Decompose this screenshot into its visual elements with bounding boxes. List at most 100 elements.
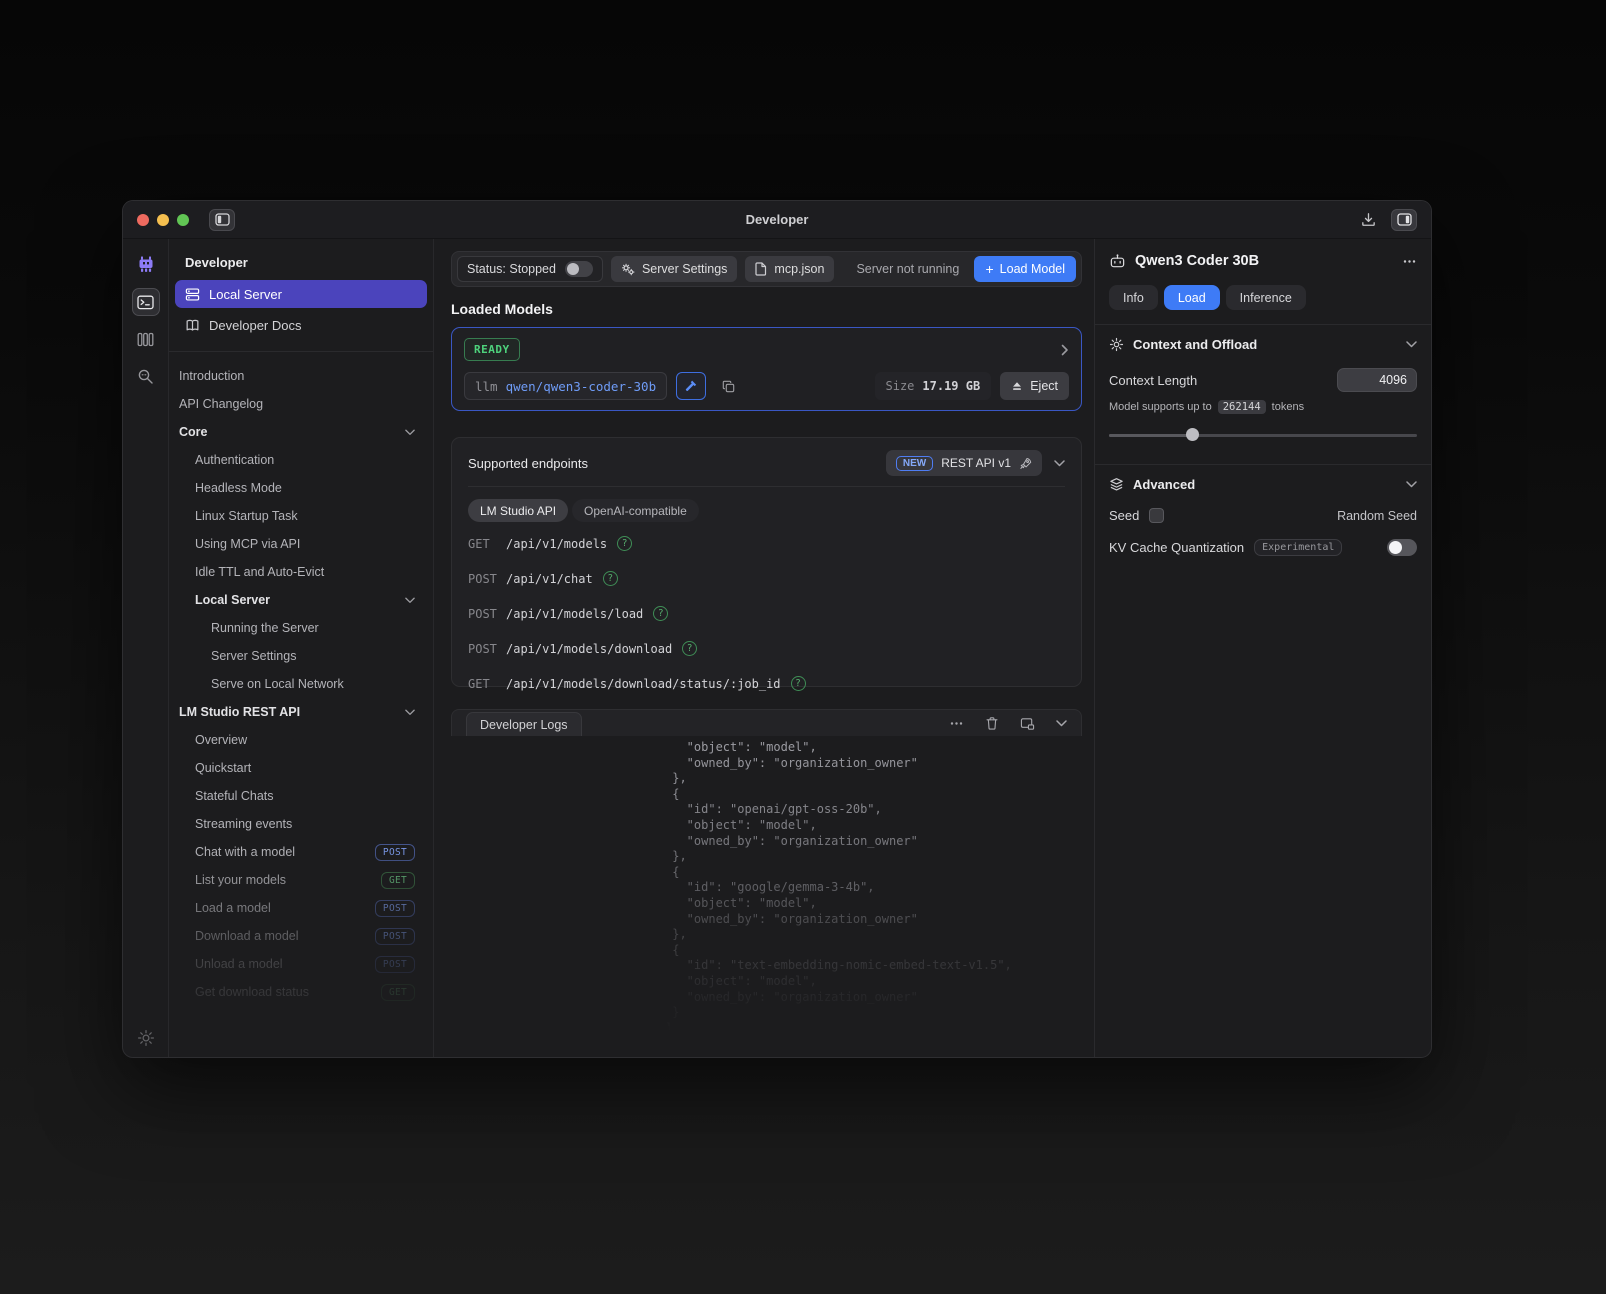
sidebar-item-chat-with-a-model[interactable]: Chat with a modelPOST: [175, 838, 427, 866]
eject-icon: [1011, 380, 1023, 392]
sidebar-item-headless-mode[interactable]: Headless Mode: [175, 474, 427, 502]
sidebar-item-using-mcp-via-api[interactable]: Using MCP via API: [175, 530, 427, 558]
sidebar-item-authentication[interactable]: Authentication: [175, 446, 427, 474]
endpoint-method: POST: [468, 607, 506, 621]
http-method-badge: GET: [381, 872, 415, 889]
load-model-button[interactable]: + Load Model: [974, 256, 1076, 282]
chevron-down-icon[interactable]: [405, 709, 415, 716]
endpoint-row: GET/api/v1/models/download/status/:job_i…: [468, 666, 1065, 701]
rail-settings-button[interactable]: [123, 1029, 168, 1047]
server-status-bar: Status: Stopped Server Settings mcp.j: [451, 251, 1082, 287]
collapse-logs-button[interactable]: [1056, 720, 1067, 727]
sidebar-item-label: Chat with a model: [195, 845, 295, 859]
sidebar-item-linux-startup-task[interactable]: Linux Startup Task: [175, 502, 427, 530]
eject-button[interactable]: Eject: [1000, 372, 1069, 400]
endpoint-row: POST/api/v1/models/download?: [468, 631, 1065, 666]
help-icon[interactable]: ?: [603, 571, 618, 586]
sidebar-item-stateful-chats[interactable]: Stateful Chats: [175, 782, 427, 810]
toggle-right-sidebar-button[interactable]: [1391, 209, 1417, 231]
chevron-down-icon[interactable]: [405, 429, 415, 436]
sidebar-item-introduction[interactable]: Introduction: [175, 362, 427, 390]
kv-cache-toggle[interactable]: [1387, 539, 1417, 556]
server-settings-button[interactable]: Server Settings: [611, 256, 737, 282]
server-toggle[interactable]: [565, 261, 593, 277]
sidebar-item-label: Idle TTL and Auto-Evict: [195, 565, 324, 579]
help-icon[interactable]: ?: [682, 641, 697, 656]
chevron-right-icon[interactable]: [1061, 344, 1069, 356]
help-icon[interactable]: ?: [791, 676, 806, 691]
sidebar-item-local-server[interactable]: Local Server: [175, 586, 427, 614]
max-tokens-chip[interactable]: 262144: [1218, 400, 1266, 414]
server-message: Server not running: [856, 262, 959, 276]
clear-logs-button[interactable]: [985, 716, 999, 731]
seed-label: Seed: [1109, 508, 1139, 523]
tools-button[interactable]: [676, 372, 706, 400]
context-collapse-button[interactable]: [1406, 341, 1417, 348]
advanced-section: Advanced Seed Random Seed KV Cache Quant…: [1095, 464, 1431, 556]
sidebar-item-label: Authentication: [195, 453, 274, 467]
sidebar-item-label: Running the Server: [211, 621, 319, 635]
sidebar-item-local-server[interactable]: Local Server: [175, 280, 427, 308]
developer-logs-tab[interactable]: Developer Logs: [466, 712, 582, 736]
rail-discover-button[interactable]: [132, 362, 160, 390]
sidebar-item-lm-studio-rest-api[interactable]: LM Studio REST API: [175, 698, 427, 726]
model-search-icon: [137, 368, 154, 385]
eject-label: Eject: [1030, 379, 1058, 393]
copy-button[interactable]: [715, 373, 741, 399]
mcp-json-button[interactable]: mcp.json: [745, 256, 834, 282]
sidebar-item-idle-ttl-and-auto-evict[interactable]: Idle TTL and Auto-Evict: [175, 558, 427, 586]
developer-logs-body[interactable]: "object": "model", "owned_by": "organiza…: [451, 736, 1082, 1057]
sidebar-item-label: List your models: [195, 873, 286, 887]
supports-prefix: Model supports up to: [1109, 401, 1212, 413]
sidebar-item-developer-docs[interactable]: Developer Docs: [175, 311, 427, 339]
sidebar-item-get-download-status[interactable]: Get download statusGET: [175, 978, 427, 1006]
app-icon-rail: [123, 239, 169, 1057]
seed-checkbox[interactable]: [1149, 508, 1164, 523]
sidebar-item-label: Stateful Chats: [195, 789, 274, 803]
slider-thumb[interactable]: [1186, 428, 1199, 441]
context-length-slider[interactable]: [1109, 428, 1417, 442]
model-identifier-pill[interactable]: llm qwen/qwen3-coder-30b: [464, 372, 667, 400]
tab-load[interactable]: Load: [1164, 285, 1220, 310]
model-menu-button[interactable]: [1402, 254, 1417, 269]
sidebar-item-download-a-model[interactable]: Download a modelPOST: [175, 922, 427, 950]
open-logs-window-button[interactable]: [1020, 717, 1035, 731]
experimental-badge: Experimental: [1254, 539, 1342, 556]
sidebar-item-list-your-models[interactable]: List your models GET: [175, 866, 427, 894]
sidebar-item-load-a-model[interactable]: Load a modelPOST: [175, 894, 427, 922]
tab-lm-studio-api[interactable]: LM Studio API: [468, 499, 568, 522]
rail-chat-button[interactable]: [132, 251, 160, 279]
sidebar-item-label: Developer Docs: [209, 318, 302, 333]
sidebar-item-overview[interactable]: Overview: [175, 726, 427, 754]
plus-icon: +: [985, 262, 993, 276]
sidebar-item-streaming-events[interactable]: Streaming events: [175, 810, 427, 838]
help-icon[interactable]: ?: [617, 536, 632, 551]
chevron-down-icon[interactable]: [405, 597, 415, 604]
context-length-input[interactable]: 4096: [1337, 368, 1417, 392]
rest-api-version-pill[interactable]: NEW REST API v1: [886, 450, 1042, 476]
rail-my-models-button[interactable]: [132, 325, 160, 353]
help-icon[interactable]: ?: [653, 606, 668, 621]
tab-openai-compatible[interactable]: OpenAI-compatible: [572, 499, 699, 522]
rail-developer-button[interactable]: [132, 288, 160, 316]
endpoints-list: GET/api/v1/models?POST/api/v1/chat?POST/…: [468, 526, 1065, 701]
sidebar-item-api-changelog[interactable]: API Changelog: [175, 390, 427, 418]
sidebar-item-core[interactable]: Core: [175, 418, 427, 446]
log-options-button[interactable]: [949, 716, 964, 731]
tab-info[interactable]: Info: [1109, 285, 1158, 310]
sidebar-item-unload-a-model[interactable]: Unload a modelPOST: [175, 950, 427, 978]
sidebar-item-serve-on-local-network[interactable]: Serve on Local Network: [175, 670, 427, 698]
sidebar-item-server-settings[interactable]: Server Settings: [175, 642, 427, 670]
advanced-collapse-button[interactable]: [1406, 481, 1417, 488]
sidebar-docs-nav: IntroductionAPI ChangelogCore Authenticat…: [169, 360, 433, 1008]
endpoints-collapse-button[interactable]: [1054, 460, 1065, 467]
sidebar-item-running-the-server[interactable]: Running the Server: [175, 614, 427, 642]
kv-cache-label: KV Cache Quantization: [1109, 540, 1244, 555]
sidebar-item-label: Local Server: [195, 593, 270, 607]
loaded-model-card[interactable]: READY llm qwen/qwen3-coder-30b: [451, 327, 1082, 411]
rocket-icon: [1019, 457, 1032, 470]
downloads-button[interactable]: [1360, 211, 1377, 228]
endpoint-path: /api/v1/models/load: [506, 607, 643, 621]
tab-inference[interactable]: Inference: [1226, 285, 1306, 310]
sidebar-item-quickstart[interactable]: Quickstart: [175, 754, 427, 782]
